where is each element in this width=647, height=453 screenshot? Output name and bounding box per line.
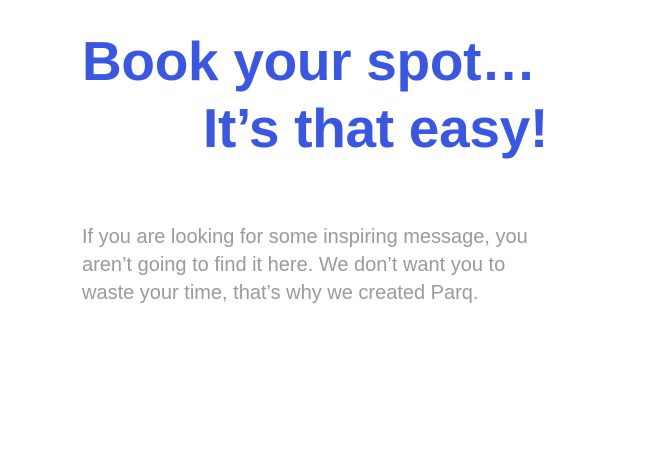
headline-line-1: Book your spot…	[82, 30, 536, 92]
hero-section: Book your spot… It’s that easy! If you a…	[0, 0, 647, 453]
hero-description-line-3: waste your time, that’s why we created P…	[82, 282, 479, 304]
hero-description-line-1: If you are looking for some inspiring me…	[82, 226, 528, 248]
hero-description-line-2: aren’t going to find it here. We don’t w…	[82, 254, 506, 276]
headline-line-2: It’s that easy!	[203, 97, 548, 159]
hero-description: If you are looking for some inspiring me…	[82, 223, 622, 307]
